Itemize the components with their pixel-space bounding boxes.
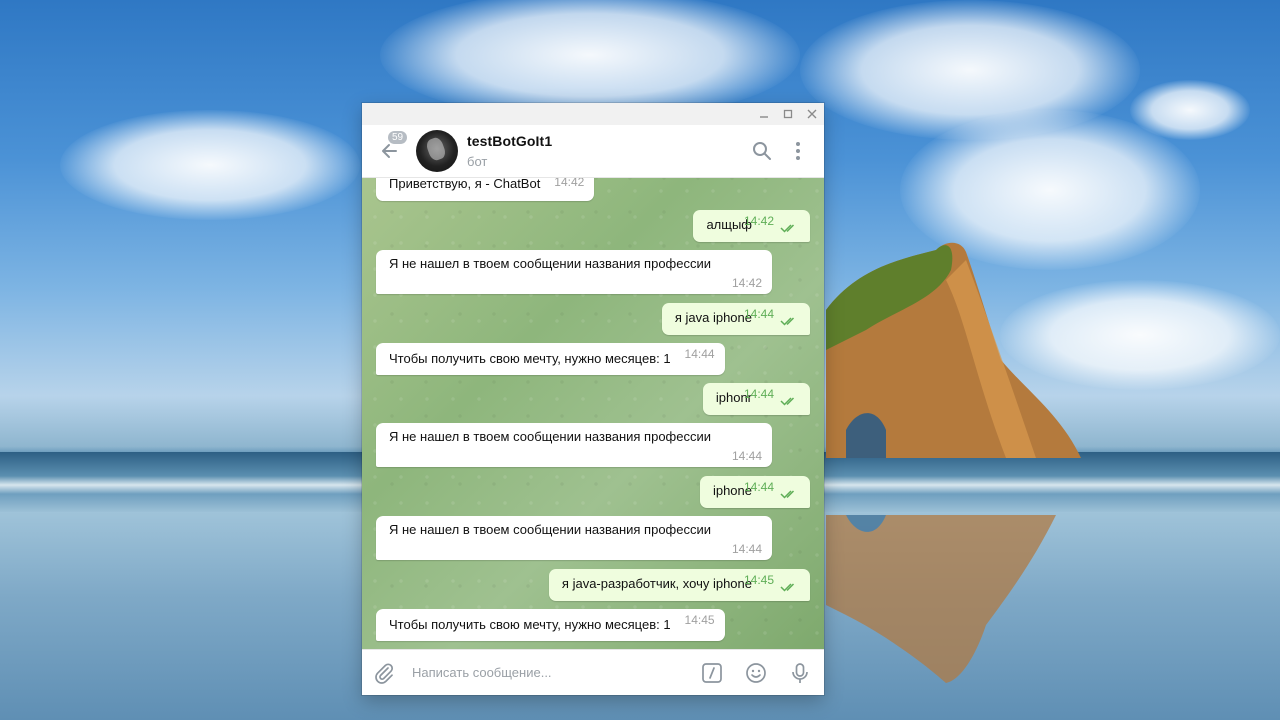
outgoing-message[interactable]: алщыф 14:42 (693, 210, 810, 242)
avatar[interactable] (416, 130, 458, 172)
message-time: 14:45 (743, 573, 774, 587)
incoming-message[interactable]: Я не нашел в твоем сообщении названия пр… (376, 250, 772, 294)
message-time: 14:42 (743, 214, 774, 228)
more-vertical-icon[interactable] (780, 133, 816, 169)
bot-commands-icon[interactable] (690, 650, 734, 695)
chat-subtitle: бот (467, 154, 488, 169)
message-time: 14:42 (731, 276, 762, 290)
back-arrow-icon (382, 144, 397, 158)
incoming-message[interactable]: Чтобы получить свою мечту, нужно месяцев… (376, 343, 725, 375)
message-time: 14:44 (743, 387, 774, 401)
message-time: 14:42 (554, 178, 585, 189)
incoming-message[interactable]: Чтобы получить свою мечту, нужно месяцев… (376, 609, 725, 641)
read-check-icon (780, 583, 795, 592)
message-text: Я не нашел в твоем сообщении названия пр… (389, 522, 711, 537)
unread-badge: 59 (388, 131, 408, 144)
message-time: 14:44 (743, 307, 774, 321)
back-button[interactable]: 59 (362, 125, 412, 177)
message-time: 14:44 (684, 347, 715, 361)
message-text: Чтобы получить свою мечту, нужно месяцев… (389, 617, 671, 632)
outgoing-message[interactable]: iphone 14:44 (699, 476, 810, 508)
outgoing-message[interactable]: iphonr 14:44 (702, 383, 810, 415)
maximize-icon[interactable] (776, 103, 800, 125)
emoji-icon[interactable] (734, 650, 778, 695)
message-text: я java-разработчик, хочу iphone (561, 576, 752, 591)
incoming-message[interactable]: Приветствую, я - ChatBot 14:42 (376, 178, 595, 201)
chat-header: 59 testBotGoIt1 бот (362, 125, 824, 178)
chat-title: testBotGoIt1 (467, 133, 553, 149)
incoming-message[interactable]: Я не нашел в твоем сообщении названия пр… (376, 423, 772, 467)
message-text: Чтобы получить свою мечту, нужно месяцев… (389, 351, 671, 366)
outgoing-message[interactable]: я java iphone 14:44 (661, 303, 810, 335)
close-icon[interactable] (800, 103, 824, 125)
outgoing-message[interactable]: я java-разработчик, хочу iphone 14:45 (548, 569, 810, 601)
message-time: 14:44 (743, 480, 774, 494)
telegram-window: 59 testBotGoIt1 бот Приветствую, я - Cha… (362, 103, 824, 695)
message-list[interactable]: Приветствую, я - ChatBot 14:42 алщыф 14:42 Я… (362, 178, 824, 650)
read-check-icon (780, 397, 795, 406)
message-text: Приветствую, я - ChatBot (389, 178, 541, 191)
message-time: 14:45 (684, 613, 715, 627)
read-check-icon (780, 490, 795, 499)
read-check-icon (780, 317, 795, 326)
attach-icon[interactable] (362, 650, 406, 695)
microphone-icon[interactable] (778, 650, 822, 695)
window-titlebar (362, 103, 824, 125)
message-time: 14:44 (731, 542, 762, 556)
message-text: Я не нашел в твоем сообщении названия пр… (389, 256, 711, 271)
message-input[interactable]: Написать сообщение... (412, 665, 690, 680)
incoming-message[interactable]: Я не нашел в твоем сообщении названия пр… (376, 516, 772, 560)
message-time: 14:44 (731, 449, 762, 463)
message-text: Я не нашел в твоем сообщении названия пр… (389, 429, 711, 444)
minimize-icon[interactable] (752, 103, 776, 125)
composer: Написать сообщение... (362, 649, 824, 695)
chat-info[interactable]: testBotGoIt1 бот (467, 133, 744, 169)
message-text: я java iphone (674, 310, 752, 325)
read-check-icon (780, 224, 795, 233)
search-icon[interactable] (744, 133, 780, 169)
